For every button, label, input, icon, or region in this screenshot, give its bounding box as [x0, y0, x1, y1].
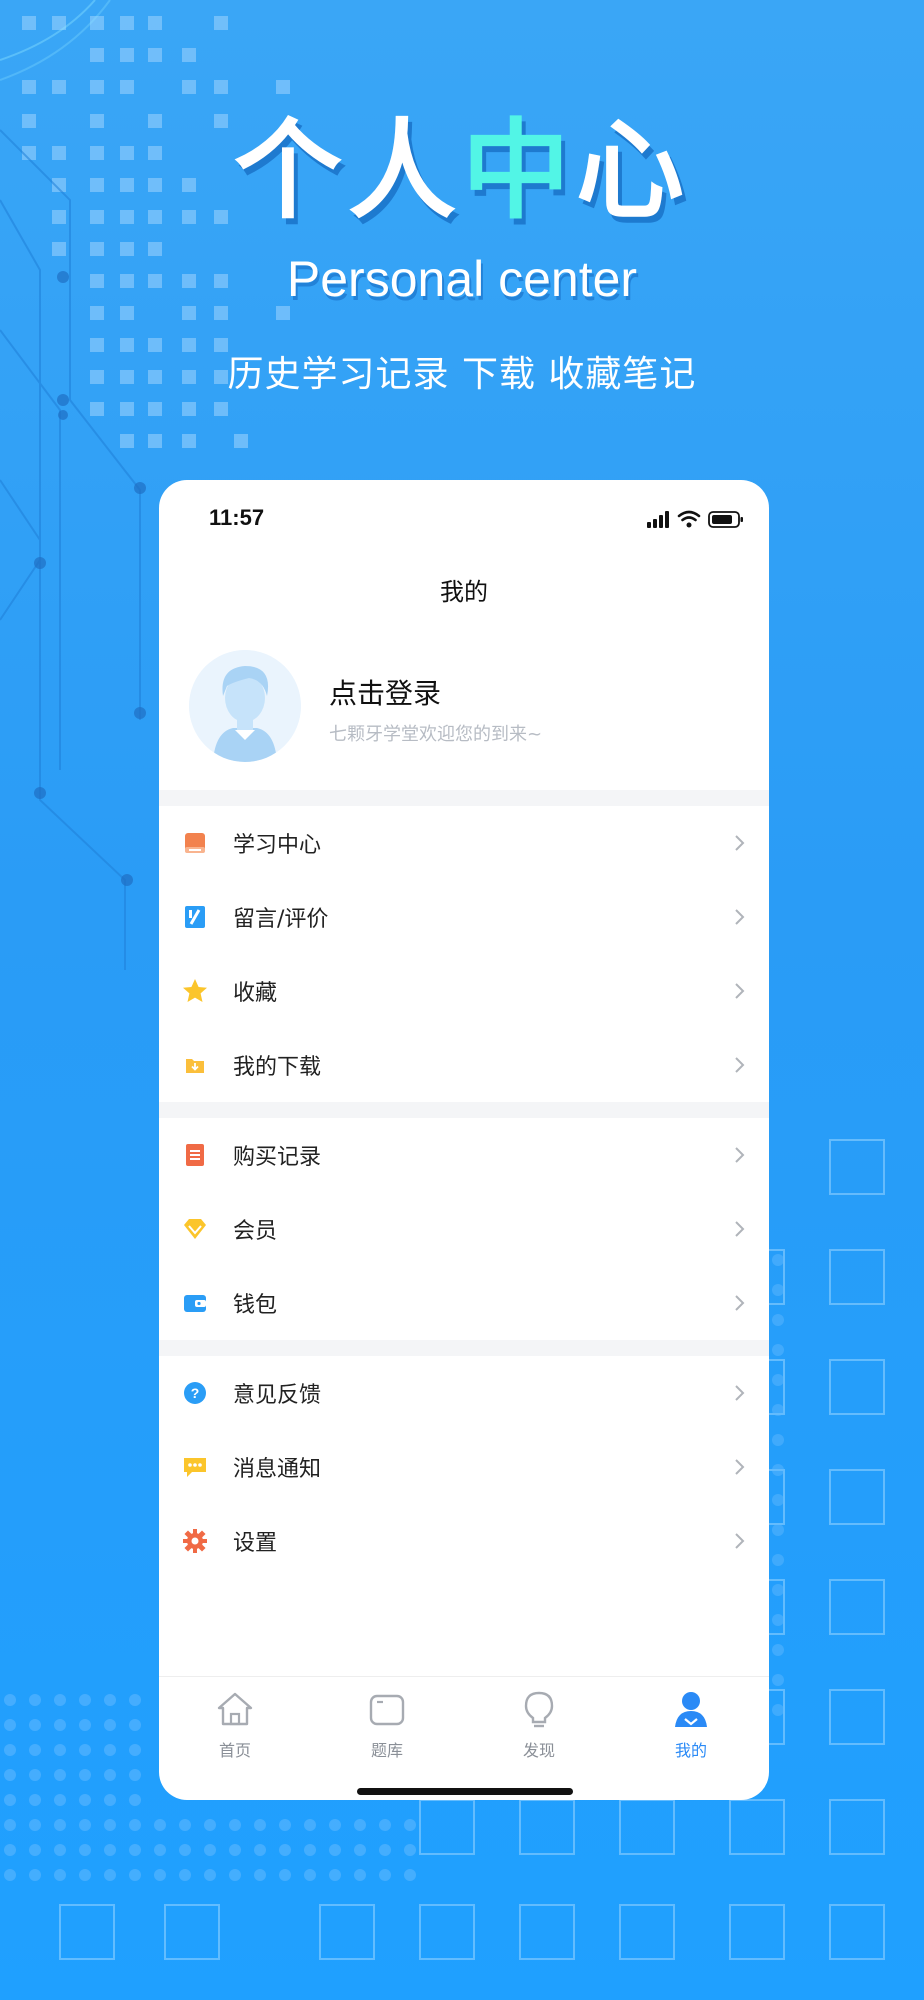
- profile-login-card[interactable]: 点击登录 七颗牙学堂欢迎您的到来~: [159, 650, 769, 770]
- menu-label: 购买记录: [233, 1145, 322, 1170]
- login-label[interactable]: 点击登录: [329, 672, 441, 712]
- menu-item-favorites[interactable]: 收藏: [159, 954, 769, 1028]
- book-icon: [181, 829, 209, 857]
- menu-item-wallet[interactable]: 钱包: [159, 1266, 769, 1340]
- battery-icon: [708, 511, 743, 528]
- chevron-right-icon: [735, 1295, 745, 1311]
- menu-item-membership[interactable]: 会员: [159, 1192, 769, 1266]
- home-indicator: [357, 1788, 573, 1795]
- menu-label: 留言/评价: [233, 907, 329, 932]
- chevron-right-icon: [735, 1533, 745, 1549]
- svg-text:?: ?: [191, 1385, 200, 1401]
- chevron-right-icon: [735, 835, 745, 851]
- message-icon: [181, 1453, 209, 1481]
- page-title: 我的: [440, 578, 488, 606]
- download-folder-icon: [181, 1051, 209, 1079]
- menu-label: 收藏: [233, 981, 278, 1006]
- wallet-icon: [181, 1289, 209, 1317]
- menu-item-my-downloads[interactable]: 我的下载: [159, 1028, 769, 1102]
- tab-label: 我的: [674, 1741, 707, 1760]
- status-icons: [647, 508, 747, 534]
- user-icon: [675, 1692, 707, 1727]
- chevron-right-icon: [735, 983, 745, 999]
- tab-mine[interactable]: 我的: [615, 1689, 767, 1761]
- hero-title-part-3: 心: [576, 109, 691, 234]
- menu-group-account: 购买记录 会员 钱包: [159, 1118, 769, 1340]
- menu-item-comments[interactable]: 留言/评价: [159, 880, 769, 954]
- phone-screen: 11:57 我的 点击登录 七颗牙学堂欢迎您的到来~ 学习中心 留言/评价 收藏…: [159, 480, 769, 1800]
- status-time: 11:57: [209, 505, 265, 530]
- settings-icon: [181, 1527, 209, 1555]
- tab-label: 首页: [218, 1741, 251, 1760]
- section-divider: [159, 790, 769, 806]
- menu-label: 消息通知: [233, 1457, 322, 1482]
- default-avatar-icon: [189, 650, 301, 762]
- tab-question-bank[interactable]: 题库: [311, 1689, 463, 1761]
- menu-label: 设置: [233, 1531, 278, 1556]
- menu-label: 会员: [233, 1219, 278, 1244]
- chevron-right-icon: [735, 1147, 745, 1163]
- wifi-icon: [677, 510, 701, 522]
- question-bank-icon: [369, 1694, 405, 1726]
- menu-group-learning: 学习中心 留言/评价 收藏 我的下载: [159, 806, 769, 1102]
- hero-title: 个人中心: [0, 118, 924, 226]
- hero-tagline: 历史学习记录 下载 收藏笔记: [227, 354, 697, 395]
- tab-label: 题库: [370, 1741, 403, 1760]
- home-icon: [217, 1692, 253, 1726]
- status-bar: 11:57: [159, 480, 769, 550]
- avatar[interactable]: [189, 650, 301, 762]
- tab-discover[interactable]: 发现: [463, 1689, 615, 1761]
- menu-item-study-center[interactable]: 学习中心: [159, 806, 769, 880]
- chevron-right-icon: [735, 1057, 745, 1073]
- bottom-tab-bar: 首页 题库 发现 我的: [159, 1676, 769, 1787]
- hero-title-part-1: 个人: [233, 109, 462, 234]
- tab-home[interactable]: 首页: [159, 1689, 311, 1761]
- menu-group-support: ? 意见反馈 消息通知 设置: [159, 1356, 769, 1578]
- welcome-text: 七颗牙学堂欢迎您的到来~: [329, 724, 543, 745]
- menu-label: 我的下载: [233, 1055, 322, 1080]
- signal-icon: [647, 511, 669, 528]
- section-divider: [159, 1102, 769, 1118]
- menu-item-notifications[interactable]: 消息通知: [159, 1430, 769, 1504]
- star-icon: [181, 977, 209, 1005]
- chevron-right-icon: [735, 909, 745, 925]
- menu-item-settings[interactable]: 设置: [159, 1504, 769, 1578]
- menu-label: 学习中心: [233, 833, 322, 858]
- menu-item-purchase-history[interactable]: 购买记录: [159, 1118, 769, 1192]
- hero-subtitle-english: Personal center: [286, 251, 638, 307]
- chevron-right-icon: [735, 1385, 745, 1401]
- question-icon: ?: [181, 1379, 209, 1407]
- tab-label: 发现: [522, 1741, 555, 1760]
- menu-label: 钱包: [233, 1293, 278, 1318]
- diamond-icon: [181, 1215, 209, 1243]
- chevron-right-icon: [735, 1459, 745, 1475]
- bulb-icon: [524, 1691, 554, 1728]
- section-divider: [159, 1340, 769, 1356]
- chevron-right-icon: [735, 1221, 745, 1237]
- menu-label: 意见反馈: [233, 1383, 322, 1408]
- receipt-icon: [181, 1141, 209, 1169]
- comment-icon: [181, 903, 209, 931]
- hero-title-part-2: 中: [461, 109, 576, 234]
- menu-item-feedback[interactable]: ? 意见反馈: [159, 1356, 769, 1430]
